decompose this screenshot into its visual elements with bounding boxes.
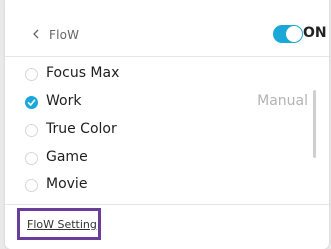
mode-option-true-color[interactable]: True Color xyxy=(5,118,305,144)
radio-button-checked[interactable] xyxy=(25,96,38,109)
mode-label: True Color xyxy=(46,121,117,137)
mode-option-game[interactable]: Game xyxy=(5,146,305,172)
highlight-box: FloW Setting xyxy=(17,208,101,240)
check-icon xyxy=(27,99,36,106)
radio-button[interactable] xyxy=(25,124,38,137)
panel-header: FloW ON xyxy=(5,0,329,57)
radio-button[interactable] xyxy=(25,179,38,192)
divider xyxy=(5,204,329,205)
mode-tag: Manual xyxy=(257,93,308,109)
toggle-state-label: ON xyxy=(303,25,327,41)
radio-button[interactable] xyxy=(25,152,38,165)
flow-panel: FloW ON Focus Max Work Manual True Color… xyxy=(5,0,329,249)
flow-setting-link[interactable]: FloW Setting xyxy=(27,218,97,231)
chevron-left-icon[interactable] xyxy=(31,28,41,40)
mode-label: Focus Max xyxy=(46,65,120,81)
scrollbar[interactable] xyxy=(313,90,316,158)
radio-button[interactable] xyxy=(25,68,38,81)
mode-option-movie[interactable]: Movie xyxy=(5,173,305,199)
mode-option-focus-max[interactable]: Focus Max xyxy=(5,62,305,88)
toggle-knob xyxy=(286,26,302,42)
mode-label: Work xyxy=(46,93,82,109)
flow-toggle[interactable] xyxy=(273,25,303,43)
mode-option-work[interactable]: Work Manual xyxy=(5,90,308,116)
mode-label: Movie xyxy=(46,176,88,192)
panel-title: FloW xyxy=(49,28,80,42)
mode-label: Game xyxy=(46,149,88,165)
